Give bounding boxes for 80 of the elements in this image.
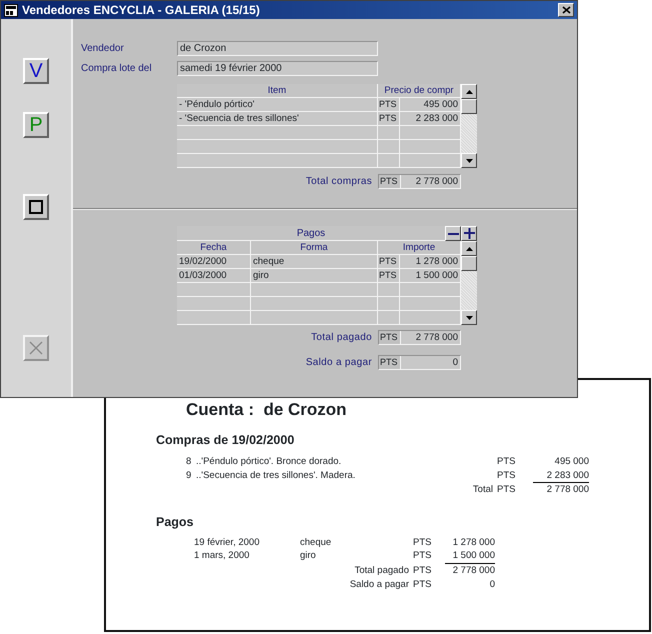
total-label: Total pagado (311, 331, 372, 345)
item-number: 8 (186, 455, 192, 468)
item-number: 9 (186, 468, 192, 482)
currency-text: PTS (497, 483, 516, 496)
window-icon (4, 4, 18, 16)
table-title: Pagos (177, 226, 445, 241)
amount-text: 1 500 000 (445, 549, 495, 564)
currency-text: PTS (413, 578, 432, 592)
total-label: Total compras (306, 175, 372, 189)
scroll-down-button[interactable] (461, 153, 477, 168)
table-cell: PTS (378, 255, 400, 269)
table-cell: 19/02/2000 (177, 255, 251, 269)
scrollbar[interactable] (461, 84, 477, 168)
column-header: Precio de compr (378, 84, 461, 98)
table-cell: PTS (378, 112, 400, 126)
currency-text: PTS (413, 549, 432, 564)
close-icon (29, 341, 43, 355)
up-arrow-icon (466, 246, 472, 250)
table-cell: 1 278 000 (400, 255, 461, 269)
table-cell: 2 283 000 (400, 112, 461, 126)
currency-text: PTS (497, 468, 516, 482)
square-icon (29, 200, 43, 214)
total-value: 0 (488, 578, 495, 592)
column-header: Item (177, 84, 378, 98)
total-value: 2 778 000 (546, 483, 589, 496)
letter-button[interactable]: V (23, 58, 49, 84)
currency-text: PTS (497, 455, 516, 468)
table-cell: cheque (251, 255, 378, 269)
table-cell: - 'Secuencia de tres sillones' (177, 112, 378, 126)
total-value: 2 778 000 (401, 331, 460, 344)
payment-method: giro (300, 549, 317, 564)
total-value: 2 778 000 (452, 564, 495, 578)
total-label: Saldo a pagar (306, 356, 372, 370)
item-description: ..'Péndulo pórtico'. Bronce dorado. (196, 455, 342, 468)
currency-text: PTS (413, 564, 432, 578)
payment-method: cheque (300, 536, 332, 550)
scroll-thumb[interactable] (461, 256, 477, 271)
date-text: 19 février, 2000 (194, 536, 260, 550)
total-value: 0 (401, 356, 460, 369)
down-arrow-icon (466, 158, 472, 162)
total-label: Total (472, 483, 494, 496)
scroll-down-button[interactable] (461, 310, 477, 325)
table-cell: - 'Péndulo pórtico' (177, 98, 378, 112)
total-value: 2 778 000 (401, 175, 460, 188)
column-header: Importe (378, 241, 461, 255)
close-icon (562, 6, 570, 14)
window-title: Vendedores ENCYCLIA - GALERIA (15/15) (22, 2, 260, 19)
text-field[interactable]: samedi 19 février 2000 (177, 61, 378, 76)
item-description: ..'Secuencia de tres sillones'. Madera. (196, 468, 356, 482)
scroll-up-button[interactable] (461, 241, 477, 256)
table-cell: giro (251, 269, 378, 283)
field-label: Vendedor (81, 42, 125, 56)
amount-text: 2 283 000 (533, 468, 589, 483)
column-header: Fecha (177, 241, 251, 255)
square-button[interactable] (23, 194, 49, 220)
scrollbar[interactable] (461, 241, 477, 325)
section-heading: Pagos (156, 514, 195, 530)
up-arrow-icon (466, 90, 472, 94)
document-title: Cuenta : de Crozon (186, 400, 348, 420)
table-cell: PTS (378, 98, 400, 112)
scroll-thumb[interactable] (461, 99, 477, 114)
total-label: Total pagado (354, 564, 410, 578)
scroll-up-button[interactable] (461, 84, 477, 99)
text-field[interactable]: de Crozon (177, 41, 378, 56)
amount-text: 1 278 000 (452, 536, 495, 550)
table-cell: PTS (378, 269, 400, 283)
currency-text: PTS (413, 536, 432, 550)
column-header: Forma (251, 241, 378, 255)
amount-text: 495 000 (554, 455, 589, 468)
remove-button[interactable] (445, 226, 461, 241)
add-button[interactable] (461, 226, 477, 241)
table-cell: 495 000 (400, 98, 461, 112)
total-label: Saldo a pagar (348, 578, 410, 592)
date-text: 1 mars, 2000 (194, 549, 250, 564)
table-cell: 01/03/2000 (177, 269, 251, 283)
table-cell: 1 500 000 (400, 269, 461, 283)
plus-icon (464, 228, 474, 239)
section-heading: Compras de 19/02/2000 (156, 432, 296, 448)
down-arrow-icon (466, 316, 472, 320)
field-label: Compra lote del (81, 62, 153, 76)
